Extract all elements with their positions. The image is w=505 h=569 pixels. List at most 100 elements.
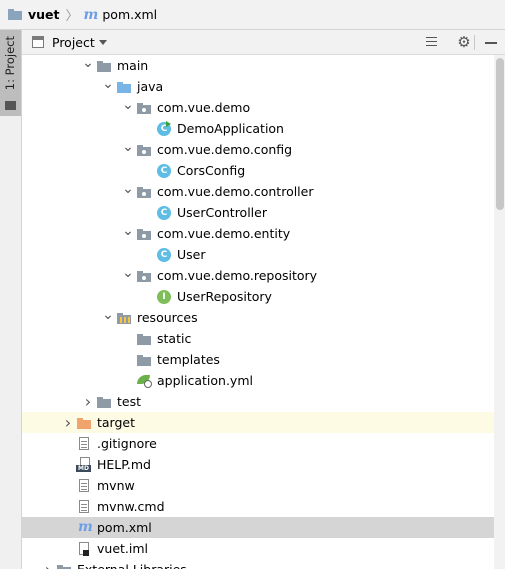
tree-row[interactable]: ⌄ com.vue.demo.repository	[22, 265, 494, 286]
folder-icon	[5, 101, 16, 110]
tree-row[interactable]: ›MDHELP.md	[22, 454, 494, 475]
chevron-down-icon[interactable]: ⌄	[120, 98, 136, 112]
tree-row[interactable]: › External Libraries	[22, 559, 494, 569]
project-tool-tab[interactable]: 1: Project	[0, 30, 21, 116]
scrollbar-thumb[interactable]	[496, 58, 504, 210]
text-file-icon	[76, 436, 94, 452]
tree-row[interactable]: ›IUserRepository	[22, 286, 494, 307]
tree-row[interactable]: ›templates	[22, 349, 494, 370]
tree-row-label: com.vue.demo.entity	[157, 226, 291, 241]
tree-row-label: static	[157, 331, 192, 346]
class-icon: C	[156, 205, 174, 221]
folder-icon	[136, 352, 154, 368]
tree-row[interactable]: ›CDemoApplication	[22, 118, 494, 139]
chevron-down-icon[interactable]: ⌄	[120, 224, 136, 238]
source-folder-icon	[116, 79, 134, 95]
tree-row-label: target	[97, 415, 136, 430]
divider	[474, 35, 475, 50]
tree-row-label: java	[137, 79, 164, 94]
breadcrumb-separator: 〉	[65, 9, 79, 24]
maven-icon: m	[83, 6, 99, 23]
tree-row[interactable]: ⌄ com.vue.demo.controller	[22, 181, 494, 202]
chevron-right-icon[interactable]: ›	[40, 560, 56, 569]
project-view-icon	[32, 36, 44, 48]
tree-row-label: com.vue.demo.controller	[157, 184, 314, 199]
tree-row-label: application.yml	[157, 373, 253, 388]
tree-row-label: DemoApplication	[177, 121, 284, 136]
iml-file-icon	[76, 541, 94, 557]
tree-row[interactable]: › test	[22, 391, 494, 412]
tree-row-label: test	[117, 394, 142, 409]
tree-row-label: templates	[157, 352, 220, 367]
folder-icon	[136, 331, 154, 347]
gear-icon[interactable]: ⚙	[454, 32, 474, 52]
tree-row[interactable]: ⌄ com.vue.demo	[22, 97, 494, 118]
tree-row-label: UserController	[177, 205, 267, 220]
interface-icon: I	[156, 289, 174, 305]
tree-row-label: External Libraries	[77, 562, 187, 569]
tree-row-label: HELP.md	[97, 457, 151, 472]
chevron-down-icon[interactable]: ⌄	[120, 266, 136, 280]
tree-row-label: resources	[137, 310, 198, 325]
tree-row-label: User	[177, 247, 206, 262]
tree-row-label: pom.xml	[97, 520, 152, 535]
tree-row[interactable]: ›mvnw	[22, 475, 494, 496]
tree-row[interactable]: ⌄ com.vue.demo.entity	[22, 223, 494, 244]
collapse-all-button[interactable]	[422, 32, 442, 52]
tree-row-label: com.vue.demo.config	[157, 142, 293, 157]
tree-row[interactable]: ⌄ java	[22, 76, 494, 97]
excluded-folder-icon	[76, 415, 94, 431]
package-icon	[136, 268, 154, 284]
chevron-down-icon[interactable]: ⌄	[80, 56, 96, 70]
tree-row[interactable]: ›mvnw.cmd	[22, 496, 494, 517]
project-view-selector[interactable]: Project	[52, 35, 95, 50]
tree-row-label: .gitignore	[97, 436, 157, 451]
project-tree: ⌄main⌄java⌄com.vue.demo›CDemoApplication…	[22, 55, 505, 569]
minimize-button[interactable]	[481, 32, 501, 52]
tree-row-label: mvnw	[97, 478, 135, 493]
chevron-down-icon[interactable]: ⌄	[120, 140, 136, 154]
class-icon: C	[156, 247, 174, 263]
tree-row[interactable]: ⌄ com.vue.demo.config	[22, 139, 494, 160]
text-file-icon	[76, 478, 94, 494]
chevron-down-icon[interactable]: ⌄	[100, 77, 116, 91]
chevron-down-icon[interactable]	[99, 40, 107, 45]
tree-row-label: UserRepository	[177, 289, 272, 304]
folder-icon	[8, 9, 22, 20]
text-file-icon	[76, 499, 94, 515]
package-icon	[136, 226, 154, 242]
tree-row-label: mvnw.cmd	[97, 499, 165, 514]
tree-row[interactable]: › target	[22, 412, 494, 433]
markdown-file-icon: MD	[76, 456, 94, 473]
tree-row[interactable]: ›CUserController	[22, 202, 494, 223]
tree-row-label: vuet.iml	[97, 541, 149, 556]
tree-row[interactable]: ›vuet.iml	[22, 538, 494, 559]
tree-row[interactable]: ⌄ main	[22, 55, 494, 76]
folder-icon	[96, 394, 114, 410]
package-icon	[136, 184, 154, 200]
class-icon: C	[156, 163, 174, 179]
resources-folder-icon	[116, 310, 134, 326]
project-panel-header: Project ⚙	[22, 30, 505, 55]
tool-window-strip: 1: Project	[0, 30, 22, 569]
chevron-right-icon[interactable]: ›	[80, 392, 96, 411]
tree-row[interactable]: ›application.yml	[22, 370, 494, 391]
folder-icon	[96, 58, 114, 74]
package-icon	[136, 142, 154, 158]
tree-row[interactable]: ›CCorsConfig	[22, 160, 494, 181]
chevron-down-icon[interactable]: ⌄	[120, 182, 136, 196]
project-tool-tab-label: 1: Project	[3, 36, 17, 91]
chevron-down-icon[interactable]: ⌄	[100, 308, 116, 322]
breadcrumb-file[interactable]: pom.xml	[102, 7, 157, 22]
tree-row[interactable]: ›.gitignore	[22, 433, 494, 454]
tree-row[interactable]: ›mpom.xml	[22, 517, 494, 538]
spring-boot-class-icon: C	[156, 120, 174, 137]
chevron-right-icon[interactable]: ›	[60, 413, 76, 432]
breadcrumb-project[interactable]: vuet	[28, 7, 60, 22]
tree-row[interactable]: ›static	[22, 328, 494, 349]
tree-row-label: main	[117, 58, 149, 73]
tree-row-label: com.vue.demo	[157, 100, 251, 115]
tree-row[interactable]: ⌄ resources	[22, 307, 494, 328]
tree-row[interactable]: ›CUser	[22, 244, 494, 265]
library-icon	[56, 562, 74, 569]
